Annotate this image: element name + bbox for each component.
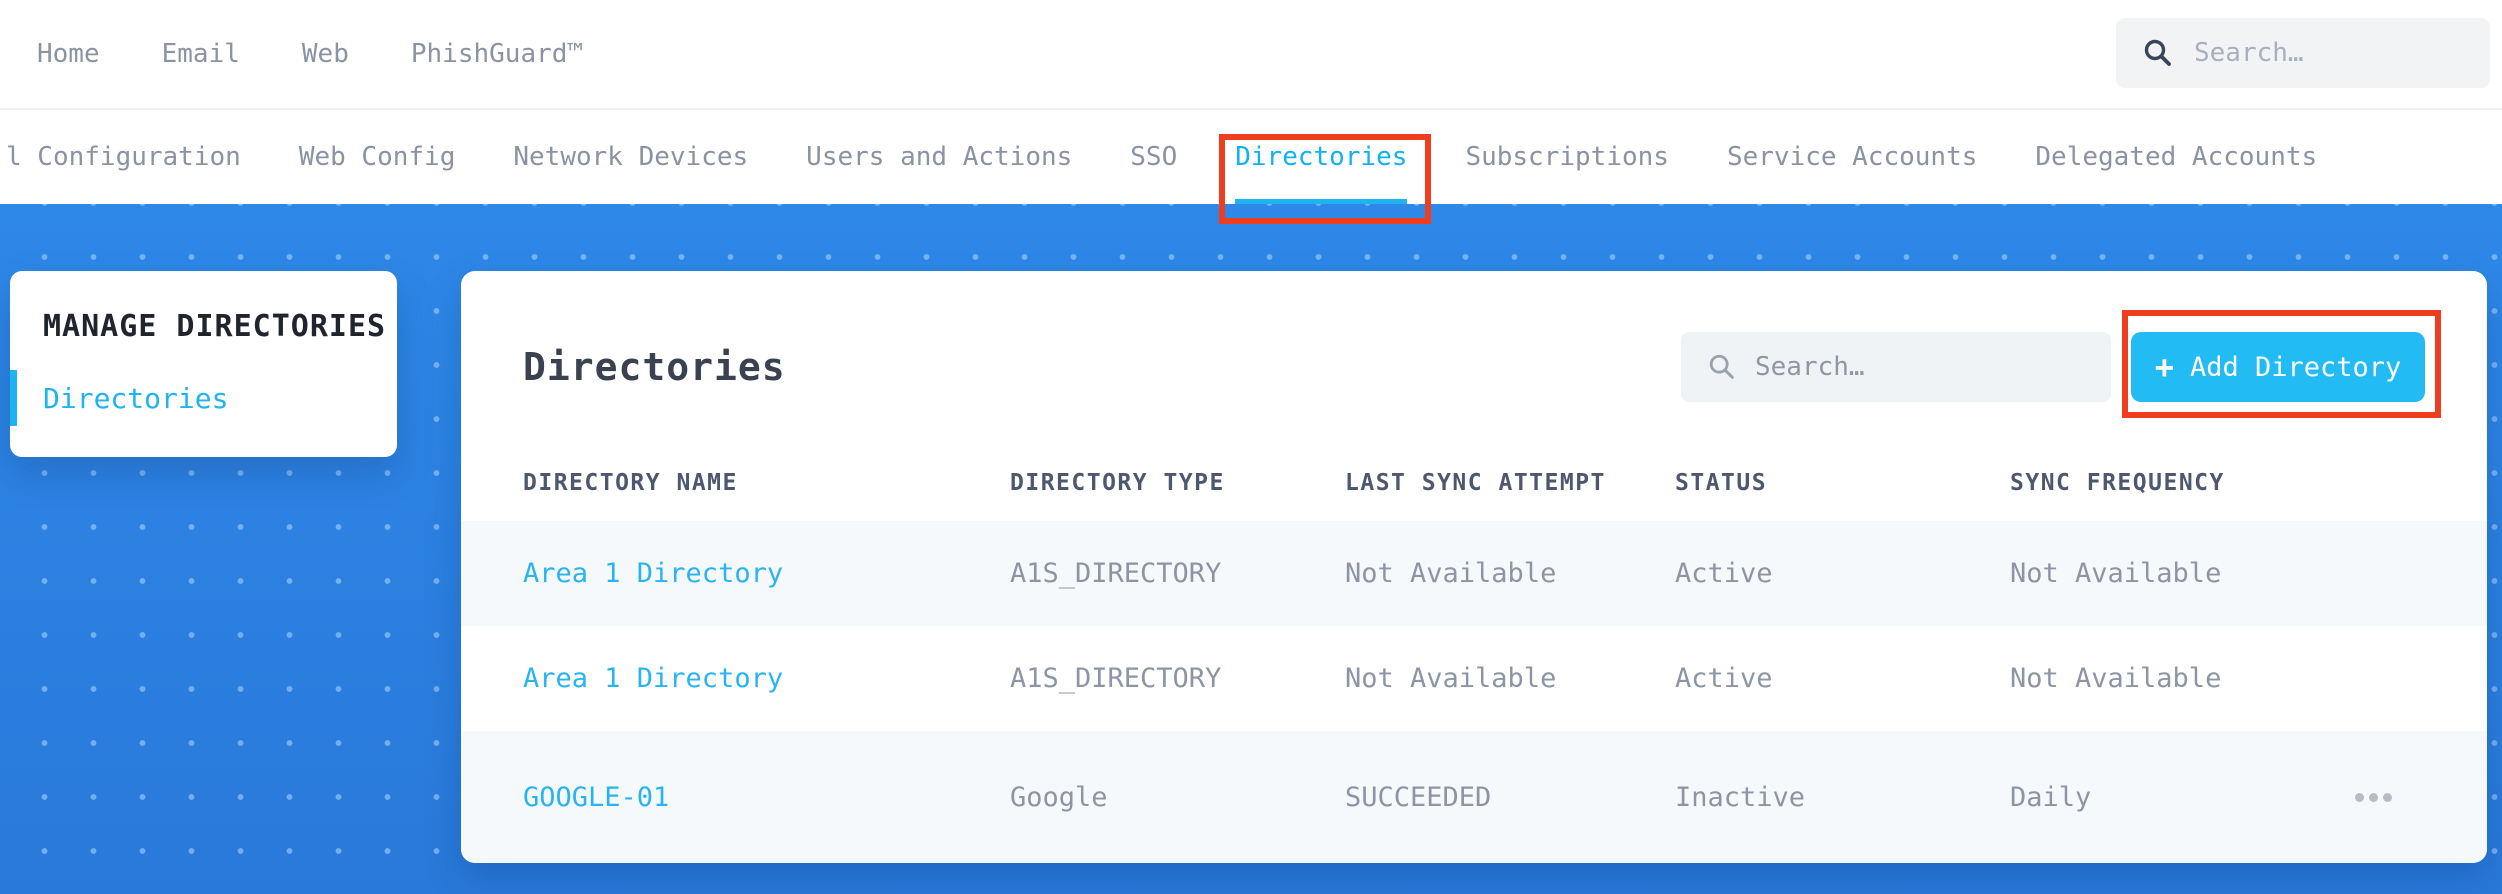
table-header-row: DIRECTORY NAME DIRECTORY TYPE LAST SYNC … xyxy=(461,445,2487,521)
status-value: Active xyxy=(1675,558,1773,589)
workspace-background: MANAGE DIRECTORIES Directories Directori… xyxy=(0,204,2502,894)
tab-directories[interactable]: Directories xyxy=(1219,134,1432,224)
global-search-input[interactable] xyxy=(2194,38,2454,68)
card-controls: + Add Directory xyxy=(1681,310,2441,418)
row-menu-icon[interactable] xyxy=(2345,783,2402,812)
tab-service-accounts[interactable]: Service Accounts xyxy=(1727,142,1977,172)
search-icon xyxy=(2144,39,2171,66)
table-body: Area 1 Directory A1S_DIRECTORY Not Avail… xyxy=(461,521,2487,863)
last-sync-attempt-value: SUCCEEDED xyxy=(1345,781,1492,813)
nav-item-phishguard[interactable]: PhishGuard™ xyxy=(411,39,583,69)
sync-frequency-value: Not Available xyxy=(2010,663,2222,694)
column-header-directory-type: DIRECTORY TYPE xyxy=(1010,470,1225,496)
search-icon xyxy=(1709,354,1734,379)
status-value: Inactive xyxy=(1675,781,1806,813)
sidebar-item-directories[interactable]: Directories xyxy=(10,370,397,426)
nav-item-home[interactable]: Home xyxy=(37,39,100,69)
sync-frequency-value: Not Available xyxy=(2010,558,2222,589)
directory-type-value: Google xyxy=(1010,781,1108,813)
tab-delegated-accounts[interactable]: Delegated Accounts xyxy=(2035,142,2317,172)
global-search-box[interactable] xyxy=(2116,18,2490,88)
nav-item-web[interactable]: Web xyxy=(302,39,349,69)
column-header-sync-frequency: SYNC FREQUENCY xyxy=(2010,470,2225,496)
column-header-directory-name: DIRECTORY NAME xyxy=(523,470,738,496)
last-sync-attempt-value: Not Available xyxy=(1345,663,1557,694)
sidebar-item-label: Directories xyxy=(43,381,229,415)
directories-search-box[interactable] xyxy=(1681,332,2111,402)
tab-email-configuration-clipped[interactable]: l Configuration xyxy=(6,142,241,172)
column-header-last-sync-attempt: LAST SYNC ATTEMPT xyxy=(1345,470,1606,496)
directory-name-link[interactable]: GOOGLE-01 xyxy=(523,782,1010,813)
tab-web-config[interactable]: Web Config xyxy=(299,142,456,172)
directory-type-value: A1S_DIRECTORY xyxy=(1010,663,1222,694)
page-title: Directories xyxy=(523,345,786,389)
manage-directories-panel: MANAGE DIRECTORIES Directories xyxy=(10,271,397,457)
add-directory-button[interactable]: + Add Directory xyxy=(2131,332,2425,402)
row-actions-cell xyxy=(2310,783,2437,812)
card-header: Directories + Add Directory xyxy=(461,271,2487,418)
tab-directories-label: Directories xyxy=(1235,142,1408,172)
tab-users-and-actions[interactable]: Users and Actions xyxy=(806,142,1072,172)
table-row: GOOGLE-01 Google SUCCEEDED Inactive Dail… xyxy=(461,731,2487,863)
directories-card: Directories + Add Directory xyxy=(461,271,2487,863)
tab-network-devices[interactable]: Network Devices xyxy=(513,142,748,172)
status-value: Active xyxy=(1675,663,1773,694)
active-item-bar xyxy=(10,370,17,426)
last-sync-attempt-value: Not Available xyxy=(1345,558,1557,589)
add-directory-button-label: Add Directory xyxy=(2189,351,2402,383)
nav-item-email[interactable]: Email xyxy=(162,39,240,69)
primary-nav: Home Email Web PhishGuard™ xyxy=(0,0,2502,110)
directory-type-value: A1S_DIRECTORY xyxy=(1010,558,1222,589)
column-header-status: STATUS xyxy=(1675,470,1768,496)
directory-name-link[interactable]: Area 1 Directory xyxy=(523,663,1010,694)
plus-icon: + xyxy=(2154,348,2174,386)
table-row: Area 1 Directory A1S_DIRECTORY Not Avail… xyxy=(461,521,2487,626)
sync-frequency-value: Daily xyxy=(2010,781,2092,813)
tab-sso[interactable]: SSO xyxy=(1130,142,1177,172)
add-directory-button-wrap: + Add Directory xyxy=(2122,310,2441,418)
tab-subscriptions[interactable]: Subscriptions xyxy=(1465,142,1669,172)
panel-heading: MANAGE DIRECTORIES xyxy=(43,309,387,344)
directory-name-link[interactable]: Area 1 Directory xyxy=(523,558,1010,589)
settings-tabs-nav: l Configuration Web Config Network Devic… xyxy=(0,110,2502,224)
table-row: Area 1 Directory A1S_DIRECTORY Not Avail… xyxy=(461,626,2487,731)
directories-search-input[interactable] xyxy=(1755,352,2075,382)
